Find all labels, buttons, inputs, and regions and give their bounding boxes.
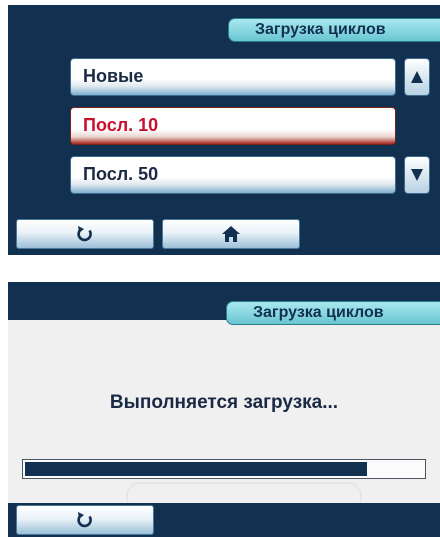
bottom-bar: [8, 503, 440, 537]
screen-title: Загрузка циклов: [226, 301, 440, 325]
back-button[interactable]: [16, 219, 154, 249]
back-arrow-icon: [77, 226, 92, 242]
bottom-bar: [8, 213, 440, 255]
list-item-last-10[interactable]: Посл. 10: [70, 107, 396, 145]
top-bar: Загрузка циклов: [8, 282, 440, 325]
home-icon: [222, 226, 240, 242]
cycle-load-screen: Загрузка циклов Новые Посл. 10 Посл. 50: [8, 5, 440, 255]
progress-fill: [25, 462, 368, 476]
back-button[interactable]: [16, 505, 154, 535]
screen-title: Загрузка циклов: [228, 18, 440, 42]
home-button[interactable]: [162, 219, 300, 249]
loading-screen: Загрузка циклов Выполняется загрузка...: [8, 282, 440, 537]
loading-message: Выполняется загрузка...: [109, 392, 339, 413]
list-panel: Новые Посл. 10 Посл. 50: [8, 45, 440, 213]
scroll-up-button[interactable]: [404, 58, 430, 96]
list-item-new[interactable]: Новые: [70, 58, 396, 96]
progress-bar: [22, 459, 426, 479]
back-arrow-icon: [77, 512, 92, 528]
triangle-up-icon: [411, 71, 423, 83]
triangle-down-icon: [411, 169, 423, 181]
scroll-down-button[interactable]: [404, 156, 430, 194]
list-item-last-50[interactable]: Посл. 50: [70, 156, 396, 194]
top-bar: Загрузка циклов: [8, 5, 440, 45]
